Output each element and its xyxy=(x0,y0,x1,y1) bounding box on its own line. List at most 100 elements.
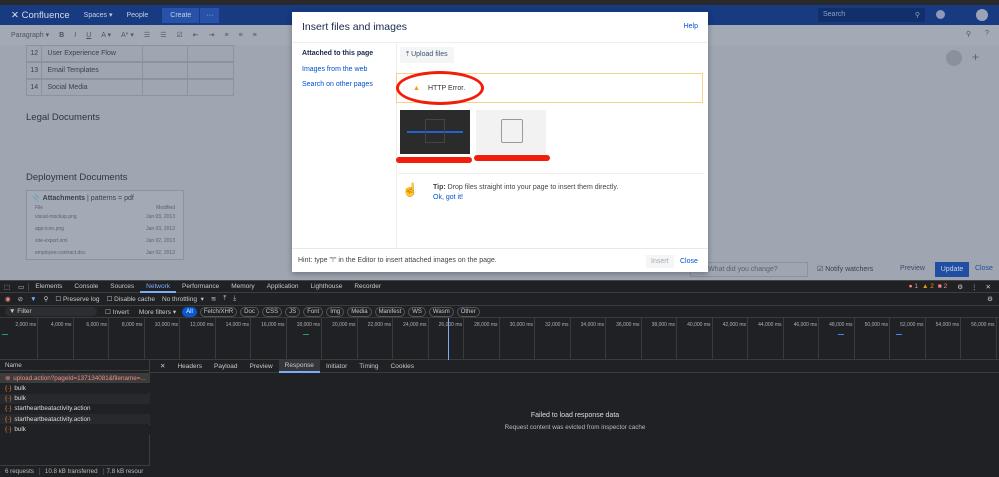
tab-console[interactable]: Console xyxy=(68,283,104,290)
settings-icon[interactable]: ⚙ xyxy=(957,283,963,291)
request-row[interactable]: ⊗ upload.action?pageId=137134081&filename… xyxy=(0,373,150,383)
bullet-list-icon[interactable]: ☰ xyxy=(144,31,150,39)
inspect-icon[interactable]: ⬚ xyxy=(0,283,14,291)
tab-memory[interactable]: Memory xyxy=(225,283,260,290)
insert-button[interactable]: Insert xyxy=(646,255,674,268)
clear-icon[interactable]: ⊘ xyxy=(18,295,23,303)
align-center-icon[interactable]: ≡ xyxy=(239,32,243,39)
find-icon[interactable]: ⚲ xyxy=(966,30,971,38)
indent-icon[interactable]: ⇥ xyxy=(209,31,215,39)
disable-cache-checkbox[interactable]: ☐ Disable cache xyxy=(106,295,154,303)
import-icon[interactable]: ⤒ xyxy=(223,295,226,303)
attachment-row[interactable]: site-export.xml Jan 02, 2013 xyxy=(27,235,183,247)
tab-recorder[interactable]: Recorder xyxy=(348,283,387,290)
filter-media[interactable]: Media xyxy=(347,306,372,317)
align-left-icon[interactable]: ≡ xyxy=(224,32,228,39)
tab-timing[interactable]: Timing xyxy=(353,363,384,370)
attachment-row[interactable]: app-icon.png Jan 03, 2013 xyxy=(27,223,183,235)
paragraph-select[interactable]: Paragraph ▾ xyxy=(11,31,49,39)
help-icon[interactable]: ? xyxy=(985,30,989,37)
close-devtools-icon[interactable]: ✕ xyxy=(986,283,991,291)
search-icon[interactable]: ⚲ xyxy=(44,295,49,303)
outdent-icon[interactable]: ⇤ xyxy=(193,31,199,39)
filter-fetch-xhr[interactable]: Fetch/XHR xyxy=(199,306,238,317)
request-row[interactable]: {·} bulk xyxy=(0,383,150,394)
invert-checkbox[interactable]: ☐ Invert xyxy=(105,308,129,316)
tab-response[interactable]: Response xyxy=(278,359,320,373)
text-color-icon[interactable]: A ▾ xyxy=(101,31,111,39)
request-row[interactable]: {·} startheartbeatactivity.action xyxy=(0,403,150,414)
more-button[interactable]: ··· xyxy=(200,7,220,23)
align-right-icon[interactable]: ≡ xyxy=(253,32,257,39)
create-button[interactable]: Create xyxy=(162,7,200,23)
error-count[interactable]: ● 1 xyxy=(909,283,918,290)
filter-doc[interactable]: Doc xyxy=(240,306,259,317)
wifi-icon[interactable]: ≋ xyxy=(211,295,216,303)
filter-js[interactable]: JS xyxy=(285,306,301,317)
tab-cookies[interactable]: Cookies xyxy=(385,363,420,370)
request-row[interactable]: {·} bulk xyxy=(0,393,150,404)
help-link[interactable]: Help xyxy=(684,23,698,30)
more-filters-button[interactable]: More filters ▾ xyxy=(139,308,176,316)
update-button[interactable]: Update xyxy=(935,262,969,277)
tab-sources[interactable]: Sources xyxy=(104,283,140,290)
underline-icon[interactable]: U xyxy=(86,32,91,39)
tab-headers[interactable]: Headers xyxy=(171,363,208,370)
filter-img[interactable]: Img xyxy=(326,306,345,317)
italic-icon[interactable]: I xyxy=(74,32,76,39)
nav-people[interactable]: People xyxy=(127,12,149,19)
bold-icon[interactable]: B xyxy=(59,32,64,39)
row-title[interactable]: Email Templates xyxy=(42,63,143,78)
upload-files-button[interactable]: ⤒ Upload files xyxy=(400,47,454,63)
preview-button[interactable]: Preview xyxy=(900,265,925,272)
device-icon[interactable]: ▭ xyxy=(14,282,30,291)
tab-application[interactable]: Application xyxy=(261,283,305,290)
close-detail-icon[interactable]: ✕ xyxy=(154,362,171,370)
issue-count[interactable]: ■ 2 xyxy=(938,283,947,290)
numbered-list-icon[interactable]: ☰ xyxy=(160,31,166,39)
filter-manifest[interactable]: Manifest xyxy=(374,306,406,317)
record-icon[interactable]: ◉ xyxy=(5,295,11,303)
filter-ws[interactable]: WS xyxy=(408,306,426,317)
filter-input[interactable]: ▼ Filter xyxy=(5,307,97,316)
request-row[interactable]: {·} bulk xyxy=(0,424,150,435)
more-options-icon[interactable]: ⋮ xyxy=(971,283,978,291)
file-thumbnail[interactable] xyxy=(476,110,546,154)
attachment-row[interactable]: employee-contract.doc Jan 02, 2013 xyxy=(27,247,183,259)
add-icon[interactable]: + xyxy=(972,50,979,64)
task-icon[interactable]: ☑ xyxy=(176,31,182,39)
request-row[interactable]: {·} startheartbeatactivity.action xyxy=(0,414,150,425)
confluence-logo[interactable]: ✕ Confluence xyxy=(11,10,70,21)
tab-initiator[interactable]: Initiator xyxy=(320,363,353,370)
nav-spaces[interactable]: Spaces ▾ xyxy=(84,11,113,19)
close-editor-button[interactable]: Close xyxy=(975,265,993,272)
nav-search-pages[interactable]: Search on other pages xyxy=(302,81,373,88)
row-title[interactable]: User Experience Flow xyxy=(42,46,143,61)
filter-icon[interactable]: ▼ xyxy=(30,296,36,303)
throttling-select[interactable]: No throttling ▾ xyxy=(162,295,204,303)
avatar[interactable] xyxy=(976,9,988,21)
notify-watchers-checkbox[interactable]: ☑ Notify watchers xyxy=(817,265,873,273)
tab-elements[interactable]: Elements xyxy=(29,283,68,290)
name-column-header[interactable]: Name xyxy=(0,361,150,371)
search-input[interactable]: Search ⚲ xyxy=(818,8,925,22)
file-thumbnail[interactable] xyxy=(400,110,470,154)
warning-count[interactable]: ▲ 2 xyxy=(922,283,934,290)
attachment-row[interactable]: visual-mockup.png Jan 03, 2013 xyxy=(27,211,183,223)
filter-wasm[interactable]: Wasm xyxy=(428,306,454,317)
filter-other[interactable]: Other xyxy=(456,306,480,317)
nav-attached[interactable]: Attached to this page xyxy=(302,50,373,57)
tip-dismiss-link[interactable]: Ok, got it! xyxy=(433,194,463,201)
network-settings-icon[interactable]: ⚙ xyxy=(987,295,993,303)
row-title[interactable]: Social Media xyxy=(42,80,143,95)
close-button[interactable]: Close xyxy=(680,258,698,265)
filter-all[interactable]: All xyxy=(182,306,197,317)
tab-lighthouse[interactable]: Lighthouse xyxy=(305,283,349,290)
nav-images-web[interactable]: Images from the web xyxy=(302,66,367,73)
tab-performance[interactable]: Performance xyxy=(176,283,225,290)
help-icon[interactable] xyxy=(936,10,945,19)
tab-preview[interactable]: Preview xyxy=(244,363,279,370)
preserve-log-checkbox[interactable]: ☐ Preserve log xyxy=(55,295,99,303)
format-icon[interactable]: A* ▾ xyxy=(121,31,134,39)
filter-css[interactable]: CSS xyxy=(261,306,283,317)
